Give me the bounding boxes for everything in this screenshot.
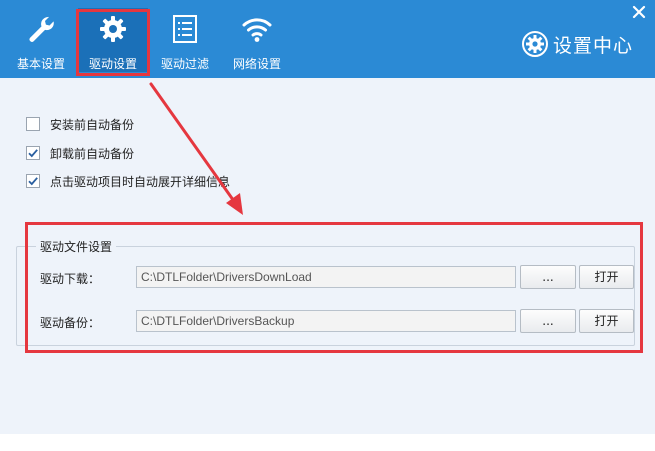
gear-icon	[521, 31, 548, 57]
header-bar: 基本设置 驱动设置 驱动过滤 网络设置 设置中心	[0, 0, 655, 78]
driver-download-open-button[interactable]: 打开	[579, 265, 634, 289]
option-label: 卸载前自动备份	[50, 146, 135, 161]
driver-backup-open-button[interactable]: 打开	[579, 309, 634, 333]
tab-basic-settings[interactable]: 基本设置	[6, 8, 76, 72]
tab-network-settings-label: 网络设置	[232, 57, 281, 71]
wrench-icon	[29, 16, 54, 42]
checkbox-unchecked[interactable]	[26, 117, 40, 131]
option-label: 安装前自动备份	[50, 117, 135, 132]
window-footer	[0, 434, 655, 451]
driver-backup-label: 驱动备份：	[40, 316, 101, 330]
wifi-icon	[242, 18, 272, 42]
checkbox-checked[interactable]	[26, 174, 40, 188]
settings-center-brand: 设置中心	[521, 30, 633, 58]
tab-basic-settings-label: 基本设置	[16, 57, 65, 71]
option-label: 点击驱动项目时自动展开详细信息	[50, 174, 231, 189]
tab-network-settings[interactable]: 网络设置	[222, 8, 292, 72]
option-backup-before-install[interactable]: 安装前自动备份	[26, 116, 134, 132]
tab-driver-filter-label: 驱动过滤	[160, 57, 209, 71]
gear-icon	[100, 16, 126, 42]
driver-download-browse-button[interactable]: ...	[520, 265, 576, 289]
driver-files-group-title: 驱动文件设置	[36, 238, 117, 255]
driver-download-label: 驱动下载：	[40, 272, 101, 286]
tab-driver-settings-label: 驱动设置	[88, 57, 137, 71]
checkmark-icon	[28, 149, 38, 158]
brand-title: 设置中心	[552, 34, 633, 57]
close-icon[interactable]	[631, 4, 647, 20]
driver-backup-path-input[interactable]	[136, 310, 516, 332]
checkbox-checked[interactable]	[26, 146, 40, 160]
checkmark-icon	[28, 177, 38, 186]
tab-driver-filter[interactable]: 驱动过滤	[150, 8, 220, 72]
tab-driver-settings[interactable]: 驱动设置	[78, 8, 148, 72]
driver-backup-browse-button[interactable]: ...	[520, 309, 576, 333]
option-backup-before-uninstall[interactable]: 卸载前自动备份	[26, 145, 134, 161]
option-auto-expand-details[interactable]: 点击驱动项目时自动展开详细信息	[26, 173, 230, 189]
driver-download-path-input[interactable]	[136, 266, 516, 288]
list-icon	[173, 15, 197, 43]
